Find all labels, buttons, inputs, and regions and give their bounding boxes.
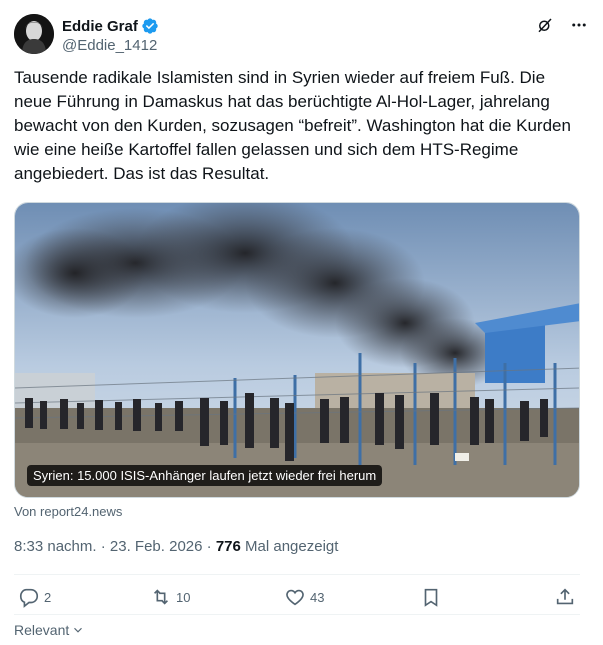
like-count: 43: [310, 589, 325, 605]
tweet-text: Tausende radikale Islamisten sind in Syr…: [14, 68, 576, 183]
bookmark-button[interactable]: [420, 586, 442, 608]
repost-count: 10: [176, 589, 191, 605]
tweet-meta: 8:33 nachm. · 23. Feb. 2026 · 776 Mal an…: [14, 538, 338, 555]
tweet-header: Eddie Graf @Eddie_1412: [14, 14, 589, 58]
link-source[interactable]: Von report24.news: [14, 504, 122, 519]
tweet-date[interactable]: 23. Feb. 2026: [110, 538, 203, 555]
meta-separator: ·: [206, 538, 216, 555]
share-icon: [556, 588, 574, 605]
tweet-time[interactable]: 8:33 nachm.: [14, 538, 97, 555]
bookmark-icon: [424, 588, 438, 607]
tweet-media[interactable]: Syrien: 15.000 ISIS-Anhänger laufen jetz…: [14, 202, 580, 498]
sort-label: Relevant: [14, 622, 70, 638]
media-caption: Syrien: 15.000 ISIS-Anhänger laufen jetz…: [27, 465, 383, 486]
like-icon: [286, 589, 304, 606]
divider: [14, 614, 580, 615]
avatar[interactable]: [14, 14, 54, 54]
verified-badge-icon: [141, 17, 159, 35]
view-label: Mal angezeigt: [245, 538, 339, 555]
reply-button[interactable]: 2: [18, 586, 51, 608]
repost-button[interactable]: 10: [150, 586, 190, 608]
repost-icon: [153, 589, 169, 605]
meta-separator: ·: [100, 538, 110, 555]
action-bar: 2 10 43: [14, 586, 580, 612]
author-handle[interactable]: @Eddie_1412: [62, 37, 159, 54]
reply-icon: [19, 588, 39, 608]
more-icon[interactable]: [569, 15, 589, 35]
reply-count: 2: [44, 589, 52, 605]
author-name[interactable]: Eddie Graf: [62, 18, 138, 35]
media-photo: [15, 203, 579, 497]
like-button[interactable]: 43: [284, 586, 324, 608]
grok-icon[interactable]: [535, 15, 555, 35]
view-count: 776: [215, 538, 241, 555]
sort-dropdown[interactable]: Relevant: [14, 622, 85, 638]
share-button[interactable]: [554, 586, 576, 608]
chevron-down-icon: [74, 627, 83, 633]
divider: [14, 574, 580, 575]
